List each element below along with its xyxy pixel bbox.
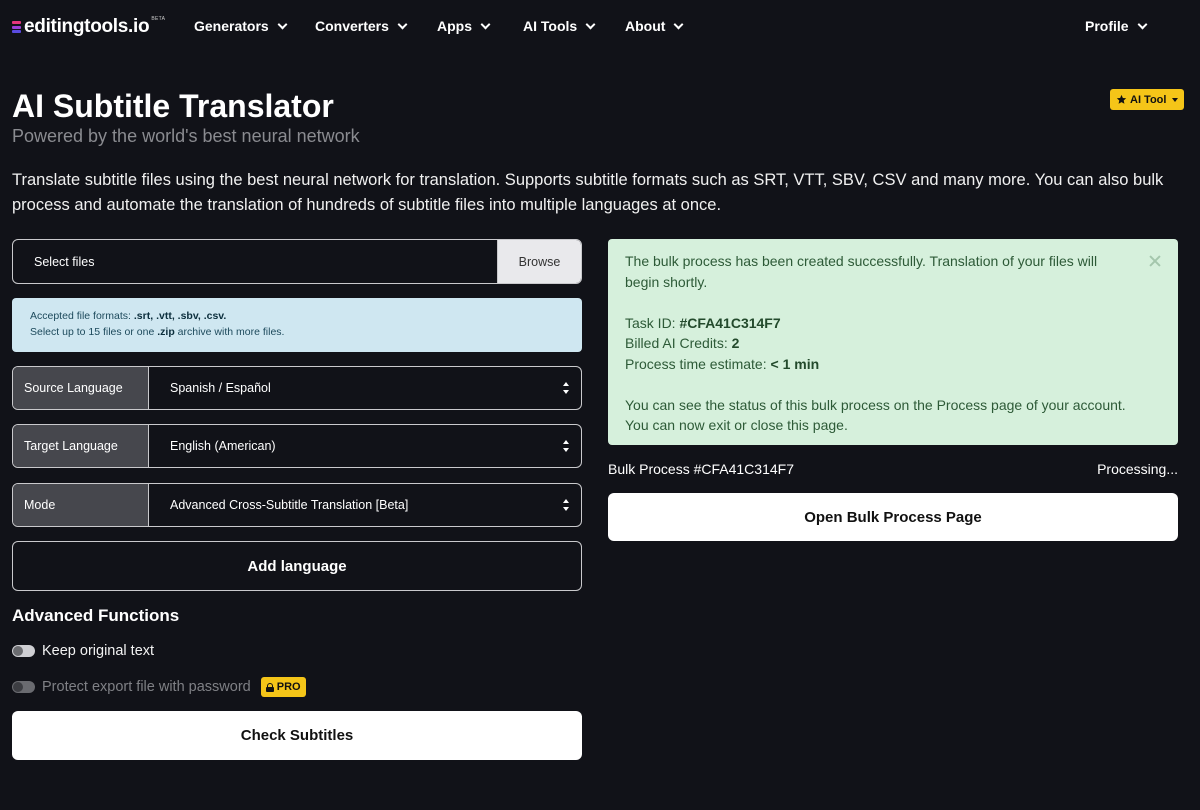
check-subtitles-button[interactable]: Check Subtitles <box>12 711 582 760</box>
mode-value[interactable]: Advanced Cross-Subtitle Translation [Bet… <box>149 484 581 526</box>
select-limit-prefix: Select up to 15 files or one <box>30 326 158 338</box>
chevron-down-icon <box>673 19 684 29</box>
select-limit-suffix: archive with more files. <box>174 326 285 338</box>
bulk-process-label: Bulk Process #CFA41C314F7 <box>608 461 794 477</box>
accepted-formats-line: Accepted file formats: .srt, .vtt, .sbv,… <box>30 308 564 324</box>
browse-button[interactable]: Browse <box>497 240 581 283</box>
page-description: Translate subtitle files using the best … <box>12 171 1164 214</box>
keep-original-row: Keep original text <box>12 643 154 659</box>
star-icon <box>1116 94 1127 104</box>
site-logo[interactable]: editingtools.io BETA <box>12 16 165 38</box>
time-estimate-label: Process time estimate: <box>625 355 771 372</box>
logo-beta-label: BETA <box>151 16 166 22</box>
advanced-functions-heading: Advanced Functions <box>12 606 180 625</box>
mode-label: Mode <box>13 484 149 526</box>
close-icon[interactable] <box>1149 255 1161 267</box>
nav-profile-label: Profile <box>1085 18 1129 34</box>
success-alert: The bulk process has been created succes… <box>608 239 1178 445</box>
zip-label: .zip <box>157 326 175 338</box>
nav-converters[interactable]: Converters <box>315 18 408 34</box>
bulk-process-status: Processing... <box>1097 461 1178 477</box>
source-language-label: Source Language <box>13 367 149 409</box>
task-id-line: Task ID: #CFA41C314F7 <box>625 313 1161 334</box>
protect-password-row: Protect export file with password PRO <box>12 677 306 697</box>
source-language-value[interactable]: Spanish / Español <box>149 367 581 409</box>
nav-apps[interactable]: Apps <box>437 18 491 34</box>
protect-password-label: Protect export file with password <box>42 679 251 695</box>
mode-select[interactable]: Mode Advanced Cross-Subtitle Translation… <box>12 483 582 527</box>
mode-value-text: Advanced Cross-Subtitle Translation [Bet… <box>170 498 409 512</box>
page-subtitle: Powered by the world's best neural netwo… <box>12 126 360 146</box>
exit-note: You can now exit or close this page. <box>625 417 848 433</box>
nav-converters-label: Converters <box>315 18 389 34</box>
nav-ai-tools[interactable]: AI Tools <box>523 18 596 34</box>
pro-badge: PRO <box>260 677 306 697</box>
caret-down-icon <box>1172 97 1179 102</box>
logo-text: editingtools.io <box>24 16 150 37</box>
target-language-label: Target Language <box>13 425 149 467</box>
ai-tool-badge-label: AI Tool <box>1130 93 1167 106</box>
source-language-select[interactable]: Source Language Spanish / Español <box>12 366 582 410</box>
chevron-down-icon <box>277 19 288 29</box>
task-id-label: Task ID: <box>625 314 680 331</box>
nav-generators-label: Generators <box>194 18 269 34</box>
select-arrows-icon <box>563 440 569 452</box>
file-format-info: Accepted file formats: .srt, .vtt, .sbv,… <box>12 298 582 352</box>
file-picker-label: Select files <box>34 254 95 269</box>
chevron-down-icon <box>1137 19 1148 29</box>
source-language-value-text: Spanish / Español <box>170 381 271 395</box>
page-title: AI Subtitle Translator <box>12 88 334 124</box>
nav-profile[interactable]: Profile <box>1085 18 1148 34</box>
file-picker[interactable]: Select files Browse <box>12 239 582 284</box>
accepted-formats-prefix: Accepted file formats: <box>30 310 134 322</box>
bulk-process-status-row: Bulk Process #CFA41C314F7 Processing... <box>608 461 1178 477</box>
task-id-value: #CFA41C314F7 <box>679 314 781 331</box>
chevron-down-icon <box>585 19 596 29</box>
protect-password-toggle[interactable] <box>12 681 35 693</box>
time-estimate-line: Process time estimate: < 1 min <box>625 354 1161 375</box>
lock-icon <box>265 682 274 692</box>
logo-mark-icon <box>12 21 21 33</box>
nav-generators[interactable]: Generators <box>194 18 288 34</box>
open-bulk-process-button[interactable]: Open Bulk Process Page <box>608 493 1178 541</box>
nav-about-label: About <box>625 18 666 34</box>
success-message: The bulk process has been created succes… <box>625 253 1098 290</box>
accepted-formats-list: .srt, .vtt, .sbv, .csv. <box>133 310 227 322</box>
chevron-down-icon <box>397 19 408 29</box>
add-language-button[interactable]: Add language <box>12 541 582 591</box>
status-note: You can see the status of this bulk proc… <box>625 396 1126 413</box>
keep-original-label: Keep original text <box>42 643 155 659</box>
nav-apps-label: Apps <box>437 18 472 34</box>
nav-ai-tools-label: AI Tools <box>523 18 578 34</box>
time-estimate-value: < 1 min <box>770 355 820 372</box>
ai-tool-badge[interactable]: AI Tool <box>1110 89 1185 110</box>
pro-badge-label: PRO <box>276 681 301 693</box>
select-arrows-icon <box>563 382 569 394</box>
keep-original-toggle[interactable] <box>12 645 35 657</box>
target-language-value[interactable]: English (American) <box>149 425 581 467</box>
credits-line: Billed AI Credits: 2 <box>625 333 1161 354</box>
select-limit-line: Select up to 15 files or one .zip archiv… <box>30 324 564 340</box>
credits-value: 2 <box>731 335 740 351</box>
top-navbar: editingtools.io BETA Generators Converte… <box>0 0 1200 54</box>
nav-about[interactable]: About <box>625 18 684 34</box>
select-arrows-icon <box>563 499 569 511</box>
target-language-select[interactable]: Target Language English (American) <box>12 424 582 468</box>
credits-label: Billed AI Credits: <box>625 335 732 351</box>
target-language-value-text: English (American) <box>170 439 276 453</box>
chevron-down-icon <box>480 19 491 29</box>
